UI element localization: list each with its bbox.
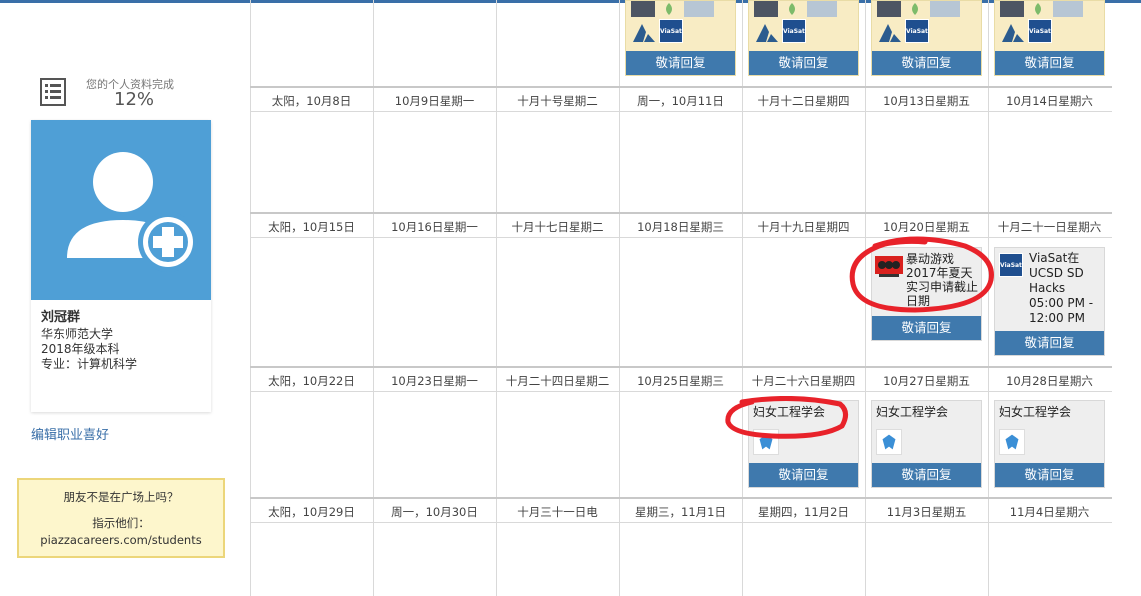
company-logo	[807, 1, 837, 17]
day-label: 周一，10月11日	[637, 94, 724, 108]
mountain-logo-icon	[879, 24, 901, 42]
rsvp-button[interactable]: 敬请回复	[872, 316, 981, 340]
rsvp-button[interactable]: 敬请回复	[995, 463, 1104, 487]
day-label: 10月20日星期五	[883, 220, 970, 234]
invite-question: 朋友不是在广场上吗？	[63, 490, 179, 504]
day-label: 10月18日星期三	[637, 220, 724, 234]
event-title: 妇女工程学会	[876, 405, 949, 419]
viasat-logo: ViaSat	[782, 19, 806, 43]
profile-major: 专业：计算机科学	[41, 357, 138, 371]
profile-class-year: 2018年级本科	[41, 342, 120, 356]
mountain-logo-icon	[1002, 24, 1024, 42]
day-label: 十月十七日星期二	[511, 220, 604, 234]
event-card[interactable]: ViaSat 敬请回复	[994, 0, 1105, 76]
company-logo	[1000, 1, 1024, 17]
list-icon	[40, 78, 66, 106]
day-label: 太阳，10月22日	[268, 374, 355, 388]
rsvp-button[interactable]: 敬请回复	[995, 331, 1104, 355]
week-header: 太阳，10月15日 10月16日星期一 十月十七日星期二 10月18日星期三 十…	[250, 214, 1112, 238]
event-title: 暴动游戏2017年夏天实习申请截止日期	[906, 252, 979, 308]
week-header: 太阳，10月22日 10月23日星期一 十月二十四日星期二 10月25日星期三 …	[250, 368, 1112, 392]
event-card[interactable]: 妇女工程学会 敬请回复	[871, 400, 982, 488]
week-header: 太阳，10月8日 10月9日星期一 十月十号星期二 周一，10月11日 十月十二…	[250, 88, 1112, 112]
profile-card: 刘冠群 华东师范大学 2018年级本科 专业：计算机科学	[31, 120, 211, 412]
mountain-logo-icon	[633, 24, 655, 42]
leaf-icon	[1035, 3, 1041, 15]
riot-games-logo	[875, 256, 903, 277]
rsvp-button[interactable]: 敬请回复	[749, 51, 858, 75]
viasat-logo: ViaSat	[999, 253, 1023, 277]
company-logo	[1053, 1, 1083, 17]
event-title: 妇女工程学会	[753, 405, 826, 419]
day-label: 太阳，10月8日	[271, 94, 352, 108]
day-label: 十月十号星期二	[517, 94, 598, 108]
day-label: 星期三，11月1日	[635, 505, 726, 519]
day-label: 10月9日星期一	[394, 94, 475, 108]
day-label: 10月27日星期五	[883, 374, 970, 388]
add-user-icon	[67, 152, 198, 272]
profile-name: 刘冠群	[41, 310, 81, 325]
day-label: 十月二十四日星期二	[505, 374, 610, 388]
viasat-logo: ViaSat	[1028, 19, 1052, 43]
mountain-logo-icon	[756, 24, 778, 42]
swe-logo-icon	[876, 429, 902, 455]
company-logo	[930, 1, 960, 17]
day-label: 11月3日星期五	[886, 505, 967, 519]
rsvp-button[interactable]: 敬请回复	[872, 51, 981, 75]
swe-logo-icon	[753, 429, 779, 455]
profile-info: 刘冠群 华东师范大学 2018年级本科 专业：计算机科学	[41, 310, 137, 372]
event-card[interactable]: 暴动游戏2017年夏天实习申请截止日期 敬请回复	[871, 247, 982, 341]
day-label: 10月16日星期一	[391, 220, 478, 234]
company-logo	[631, 1, 655, 17]
profile-progress: 您的个人资料完成 12%	[40, 76, 220, 112]
event-card[interactable]: ViaSat 敬请回复	[871, 0, 982, 76]
leaf-icon	[912, 3, 918, 15]
event-card[interactable]: ViaSat 敬请回复	[625, 0, 736, 76]
day-label: 10月23日星期一	[391, 374, 478, 388]
event-title: 妇女工程学会	[999, 405, 1072, 419]
day-label: 十月十九日星期四	[757, 220, 850, 234]
edit-career-preferences-link[interactable]: 编辑职业喜好	[31, 424, 109, 443]
day-label: 十月二十六日星期四	[751, 374, 856, 388]
rsvp-button[interactable]: 敬请回复	[749, 463, 858, 487]
progress-value: 12%	[114, 89, 155, 110]
event-card[interactable]: ViaSat ViaSat在UCSD SD Hacks 05:00 PM - 1…	[994, 247, 1105, 356]
week-header: 太阳，10月29日 周一，10月30日 十月三十一日电 星期三，11月1日 星期…	[250, 499, 1112, 523]
viasat-logo: ViaSat	[659, 19, 683, 43]
calendar-grid: ViaSat 敬请回复 ViaSat 敬请回复 ViaSat 敬请回复 ViaS…	[250, 0, 1112, 596]
rsvp-button[interactable]: 敬请回复	[626, 51, 735, 75]
day-label: 太阳，10月15日	[268, 220, 355, 234]
swe-logo-icon	[999, 429, 1025, 455]
day-label: 十月二十一日星期六	[997, 220, 1102, 234]
avatar[interactable]	[31, 120, 211, 300]
day-label: 十月十二日星期四	[757, 94, 850, 108]
leaf-icon	[666, 3, 672, 15]
company-logo	[877, 1, 901, 17]
invite-instruction: 指示他们：	[92, 516, 150, 530]
event-card[interactable]: ViaSat 敬请回复	[748, 0, 859, 76]
event-title: ViaSat在UCSD SD Hacks	[1029, 251, 1084, 295]
day-label: 10月13日星期五	[883, 94, 970, 108]
invite-friends-box: 朋友不是在广场上吗？ 指示他们： piazzacareers.com/stude…	[17, 478, 225, 558]
profile-school: 华东师范大学	[41, 327, 114, 341]
invite-url[interactable]: piazzacareers.com/students	[19, 533, 223, 547]
event-card[interactable]: 妇女工程学会 敬请回复	[748, 400, 859, 488]
day-label: 星期四，11月2日	[758, 505, 849, 519]
company-logo	[754, 1, 778, 17]
day-label: 11月4日星期六	[1009, 505, 1090, 519]
day-label: 周一，10月30日	[391, 505, 478, 519]
day-label: 十月三十一日电	[517, 505, 598, 519]
rsvp-button[interactable]: 敬请回复	[872, 463, 981, 487]
viasat-logo: ViaSat	[905, 19, 929, 43]
rsvp-button[interactable]: 敬请回复	[995, 51, 1104, 75]
day-label: 10月25日星期三	[637, 374, 724, 388]
event-time: 05:00 PM - 12:00 PM	[1029, 296, 1094, 325]
company-logo	[684, 1, 714, 17]
day-label: 10月14日星期六	[1006, 94, 1093, 108]
day-label: 太阳，10月29日	[268, 505, 355, 519]
event-card[interactable]: 妇女工程学会 敬请回复	[994, 400, 1105, 488]
leaf-icon	[789, 3, 795, 15]
day-label: 10月28日星期六	[1006, 374, 1093, 388]
